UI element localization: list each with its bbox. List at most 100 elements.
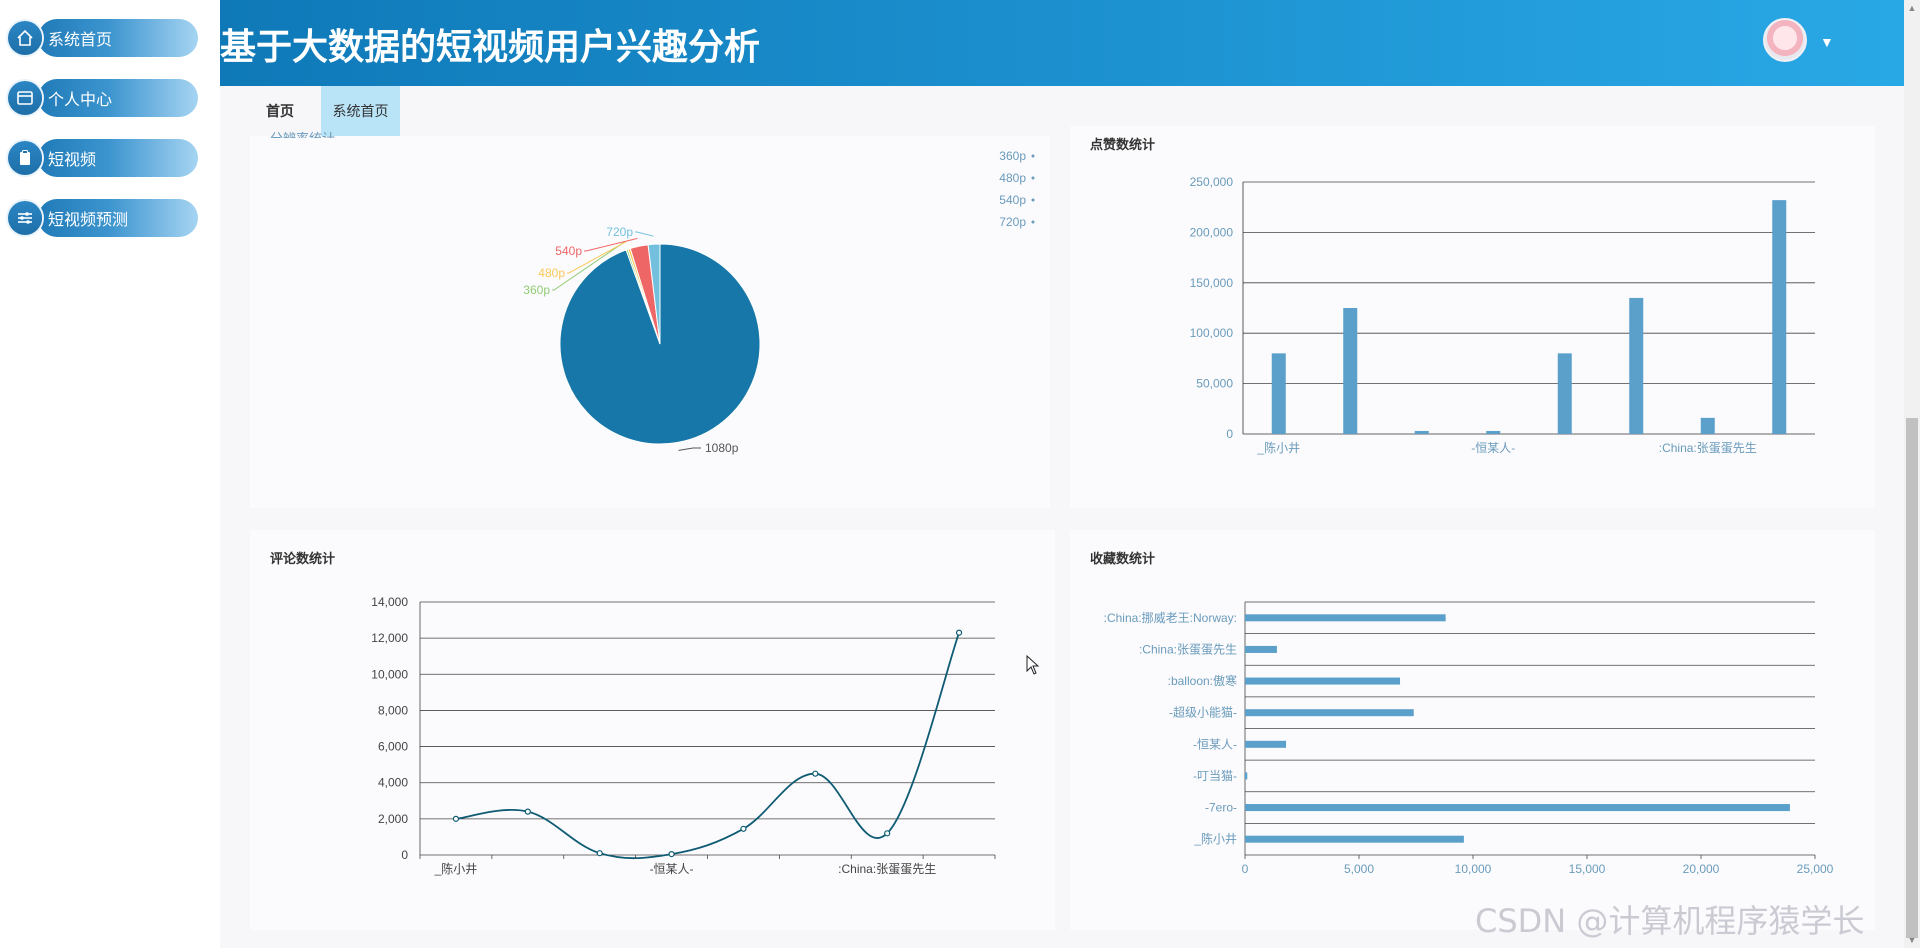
clipboard-icon	[8, 141, 42, 175]
fav-xtick-label: 5,000	[1344, 862, 1374, 876]
likes-ytick-label: 150,000	[1190, 276, 1234, 290]
fav-category-label: -超级小能猫-	[1169, 705, 1237, 720]
likes-xtick-label: :China:张蛋蛋先生	[1659, 441, 1757, 455]
pie-legend-item: 720p	[999, 215, 1026, 229]
pie-legend-dot	[1031, 154, 1035, 158]
pie-legend-item: 480p	[999, 171, 1026, 185]
likes-ytick-label: 250,000	[1190, 175, 1234, 189]
scroll-down-icon[interactable]: ▼	[1906, 934, 1918, 946]
fav-xtick-label: 15,000	[1569, 862, 1606, 876]
likes-ytick-label: 0	[1226, 427, 1233, 441]
comments-xtick-label: :China:张蛋蛋先生	[838, 862, 936, 876]
pie-legend-item: 540p	[999, 193, 1026, 207]
pie-label-line	[678, 447, 701, 451]
pie-chart: 1080p 360p 480p 540p 720p 360p 480p 540p 720p	[523, 149, 1035, 455]
favorites-chart-card: 收藏数统计 :China:挪威老王:Norway::China:张蛋蛋先生:ba…	[1070, 530, 1875, 930]
comments-ytick-label: 0	[401, 848, 408, 862]
likes-xtick-label: -恒某人-	[1471, 441, 1515, 455]
comments-ytick-label: 6,000	[378, 740, 408, 754]
scroll-up-icon[interactable]: ▲	[1906, 2, 1918, 14]
fav-bar	[1245, 835, 1464, 843]
fav-category-label: -叮当猫-	[1193, 769, 1237, 783]
likes-ytick-label: 50,000	[1196, 377, 1233, 391]
comments-ytick-label: 4,000	[378, 776, 408, 790]
pie-legend-dot	[1031, 176, 1035, 180]
pie-legend-dot	[1031, 198, 1035, 202]
comments-xtick-label: _陈小井	[434, 861, 478, 876]
fav-bar	[1245, 740, 1287, 748]
scrollbar-thumb[interactable]	[1906, 418, 1918, 938]
sidebar-item-videos[interactable]: 短视频	[8, 138, 204, 178]
comments-ytick-label: 14,000	[371, 595, 408, 609]
likes-bar	[1772, 200, 1787, 434]
pie-chart-card: 分辨率统计 1080p360p480p540p720p360p480p540p7…	[250, 131, 1050, 508]
fav-xtick-label: 10,000	[1455, 862, 1492, 876]
fav-bar	[1245, 709, 1414, 717]
avatar[interactable]	[1763, 18, 1807, 62]
fav-bar	[1245, 804, 1790, 812]
comments-chart-card: 评论数统计 0 2,000 4,000 6,000 8,000 10,000 12,000 1…	[250, 530, 1055, 930]
pie-slice-label: 360p	[523, 283, 550, 297]
watermark: CSDN @计算机程序猿学长	[1475, 902, 1865, 940]
comments-ytick-label: 2,000	[378, 812, 408, 826]
pie-slice-label: 480p	[538, 266, 565, 280]
fav-category-label: :China:挪威老王:Norway:	[1104, 611, 1237, 625]
comments-line-chart: 0 2,000 4,000 6,000 8,000 10,000 12,000 14,000 _…	[371, 595, 996, 876]
fav-xtick-label: 0	[1242, 862, 1249, 876]
header-bar: 基于大数据的短视频用户兴趣分析 ▼	[220, 0, 1904, 86]
likes-ytick-label: 200,000	[1190, 225, 1234, 239]
comments-xtick-label: -恒某人-	[650, 862, 694, 876]
likes-bar	[1486, 430, 1501, 434]
fav-category-label: _陈小井	[1193, 831, 1237, 846]
pie-legend-dot	[1031, 220, 1035, 224]
sidebar-item-home[interactable]: 系统首页	[8, 18, 204, 58]
mouse-cursor-icon	[1026, 655, 1040, 675]
comments-ytick-label: 12,000	[371, 631, 408, 645]
comments-point	[812, 770, 819, 777]
fav-bar	[1245, 645, 1277, 653]
fav-xtick-label: 20,000	[1683, 862, 1720, 876]
likes-bar	[1557, 353, 1572, 434]
home-icon	[8, 21, 42, 55]
pie-slice-label: 1080p	[705, 441, 739, 455]
sliders-icon	[8, 201, 42, 235]
fav-category-label: -恒某人-	[1193, 737, 1237, 751]
fav-bar	[1245, 614, 1446, 622]
comments-point	[668, 850, 675, 858]
likes-bar	[1271, 353, 1286, 434]
likes-bar-chart: 0 50,000 100,000 150,000 200,000 250,000 _陈小井 -…	[1190, 175, 1815, 455]
page-title: 基于大数据的短视频用户兴趣分析	[220, 27, 761, 68]
sidebar-item-prediction[interactable]: 短视频预测	[8, 198, 204, 238]
likes-bar	[1343, 308, 1358, 434]
sidebar-item-label: 短视频	[38, 139, 198, 177]
comments-ytick-label: 10,000	[371, 667, 408, 681]
sidebar-item-label: 系统首页	[38, 19, 198, 57]
likes-xtick-label: _陈小井	[1256, 440, 1300, 455]
comments-point	[452, 815, 460, 822]
fav-bar	[1245, 677, 1401, 685]
favorites-hbar-chart: :China:挪威老王:Norway::China:张蛋蛋先生:balloon:…	[1104, 601, 1834, 876]
comments-point	[740, 825, 747, 832]
likes-bar	[1700, 417, 1715, 434]
comments-ytick-label: 8,000	[378, 703, 408, 717]
pie-slice-label: 540p	[555, 244, 582, 258]
comments-point	[524, 808, 531, 815]
fav-bar	[1245, 772, 1248, 780]
likes-bar	[1414, 430, 1429, 434]
pie-legend-item: 360p	[999, 149, 1026, 163]
pie-slice-label: 720p	[606, 225, 633, 239]
fav-xtick-label: 25,000	[1797, 862, 1834, 876]
sidebar-item-profile[interactable]: 个人中心	[8, 78, 204, 118]
sidebar-item-label: 短视频预测	[38, 199, 198, 237]
likes-chart-card: 点赞数统计 0 50,000 100,000 150,000 200,000 250,00…	[1070, 126, 1875, 508]
fav-category-label: :balloon:傲寒	[1168, 673, 1237, 688]
card-icon	[8, 81, 42, 115]
fav-category-label: :China:张蛋蛋先生	[1139, 642, 1237, 656]
comments-series-line	[455, 632, 960, 860]
sidebar: 系统首页 个人中心 短视频 短视频预测	[0, 0, 220, 948]
fav-category-label: -7ero-	[1205, 801, 1237, 815]
chevron-down-icon[interactable]: ▼	[1820, 34, 1834, 50]
comments-point	[596, 850, 603, 857]
comments-point	[884, 830, 891, 837]
comments-point	[955, 629, 963, 636]
